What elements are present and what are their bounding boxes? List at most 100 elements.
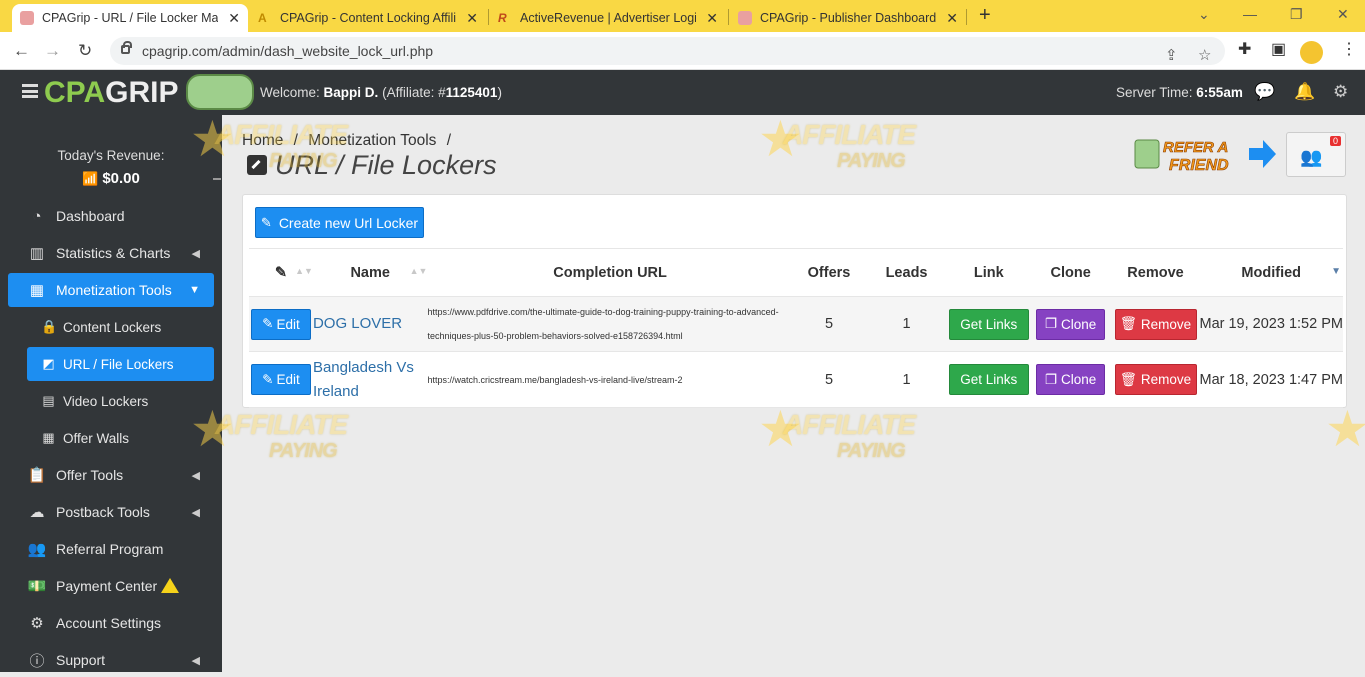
sidebar-item-monetization-tools[interactable]: ▦ Monetization Tools ▼	[8, 273, 214, 307]
users-icon: 👥	[1300, 147, 1323, 167]
remove-button[interactable]: 🗑 Remove	[1114, 364, 1197, 395]
forward-arrow-icon[interactable]: →	[44, 41, 61, 61]
column-header-modified[interactable]: Modified ▼	[1199, 248, 1343, 297]
welcome-text: Welcome: Bappi D. (Affiliate: #1125401)	[260, 85, 502, 100]
column-header-completion-url: Completion URL	[427, 248, 793, 297]
browser-tab[interactable]: R ActiveRevenue | Advertiser Login ✕	[490, 4, 726, 32]
close-window-icon[interactable]: ✕	[1337, 6, 1349, 23]
sidebar-item-dashboard[interactable]: ◔ Dashboard	[8, 199, 214, 233]
edit-button[interactable]: ✎ Edit	[250, 308, 311, 340]
cpagrip-logo[interactable]: CPAGRIP	[44, 76, 178, 110]
sidebar-item-content-lockers[interactable]: 🔒 Content Lockers	[27, 310, 214, 344]
chat-bubbles-icon[interactable]: 💬	[1254, 82, 1275, 102]
external-link-square-icon	[247, 155, 267, 175]
remove-button[interactable]: 🗑 Remove	[1114, 308, 1197, 340]
hamburger-menu-icon[interactable]	[22, 84, 38, 98]
sidebar-item-postback-tools[interactable]: ☁ Postback Tools ◀	[8, 495, 214, 529]
sidebar-item-video-lockers[interactable]: ▤ Video Lockers	[27, 384, 214, 418]
share-icon[interactable]: ⇪	[1165, 42, 1178, 70]
back-arrow-icon[interactable]: ←	[13, 41, 30, 61]
url-text: cpagrip.com/admin/dash_website_lock_url.…	[142, 43, 434, 59]
column-header-edit[interactable]: ✎ ▲▼	[249, 248, 313, 297]
column-header-remove: Remove	[1111, 248, 1200, 297]
signal-icon: 📶	[82, 171, 99, 186]
sidebar-item-offer-tools[interactable]: 📋 Offer Tools ◀	[8, 458, 214, 492]
profile-avatar[interactable]	[1300, 41, 1323, 64]
browser-menu-icon[interactable]: ⋮	[1341, 39, 1357, 59]
browser-tab[interactable]: CPAGrip - Publisher Dashboard ✕	[730, 4, 966, 32]
grid-icon: ▦	[29, 282, 45, 299]
sort-icon: ▲▼	[409, 266, 428, 276]
create-url-locker-button[interactable]: ✎ Create new Url Locker	[255, 207, 424, 238]
watermark: AFFILIATE PAYING	[783, 119, 916, 173]
refer-a-friend-banner[interactable]: REFER A FRIEND	[1133, 130, 1277, 178]
sidebar-item-account-settings[interactable]: ⚙ Account Settings	[8, 606, 214, 640]
watermark: AFFILIATE PAYING	[215, 409, 348, 463]
clone-button[interactable]: ❐ Clone	[1036, 364, 1106, 395]
locker-name[interactable]: DOG LOVER	[312, 296, 428, 352]
server-time: Server Time: 6:55am	[1116, 85, 1243, 100]
browser-tab[interactable]: A CPAGrip - Content Locking Affilia ✕	[250, 4, 486, 32]
browser-tab-active[interactable]: CPAGrip - URL / File Locker Mana ✕	[12, 4, 248, 32]
gear-icon[interactable]: ⚙	[1333, 82, 1348, 102]
scrollbar-thumb[interactable]	[213, 178, 221, 180]
clone-button[interactable]: ❐ Clone	[1036, 308, 1106, 340]
breadcrumb-monetization-tools[interactable]: Monetization Tools	[308, 132, 436, 149]
tab-title: ActiveRevenue | Advertiser Login	[520, 11, 696, 25]
bar-chart-icon: ▥	[29, 245, 45, 262]
close-tab-icon[interactable]: ✕	[706, 10, 718, 27]
revenue-label: Today's Revenue:	[57, 148, 165, 163]
bell-icon[interactable]: 🔔	[1294, 82, 1315, 102]
tab-search-chevron-icon[interactable]: ⌄	[1198, 6, 1210, 23]
get-links-button[interactable]: Get Links	[948, 364, 1029, 395]
side-panel-icon[interactable]: ▣	[1271, 39, 1286, 59]
cloud-icon: ☁	[29, 504, 45, 521]
minimize-icon[interactable]: —	[1243, 6, 1257, 22]
new-tab-plus-icon[interactable]: +	[979, 4, 991, 27]
sidebar-item-url-file-lockers[interactable]: ◩ URL / File Lockers	[27, 347, 214, 381]
tab-title: CPAGrip - Publisher Dashboard	[760, 11, 936, 25]
locker-name[interactable]: Bangladesh Vs Ireland	[312, 351, 428, 408]
copy-icon: ❐	[1044, 371, 1058, 387]
chevron-left-icon: ◀	[191, 469, 200, 482]
tab-separator	[728, 9, 729, 25]
tab-title: CPAGrip - Content Locking Affilia	[280, 11, 456, 25]
maximize-icon[interactable]: ❐	[1290, 6, 1303, 23]
film-icon: ▤	[42, 393, 55, 408]
watermark-star-icon: ★	[758, 111, 803, 167]
completion-url: https://watch.cricstream.me/bangladesh-v…	[427, 351, 793, 408]
sidebar-item-statistics[interactable]: ▥ Statistics & Charts ◀	[8, 236, 214, 270]
affiliate-id: 1125401	[445, 85, 498, 100]
address-bar[interactable]: cpagrip.com/admin/dash_website_lock_url.…	[110, 37, 1225, 65]
lockers-card: ✎ Create new Url Locker ✎ ▲▼ Name ▲▼ Comple…	[242, 194, 1347, 408]
close-tab-icon[interactable]: ✕	[946, 10, 958, 27]
clipboard-icon: 📋	[27, 467, 47, 484]
trash-icon: 🗑	[1119, 371, 1137, 387]
sidebar: Today's Revenue: 📶 $0.00 ◔ Dashboard ▥ Stat…	[0, 115, 222, 672]
column-header-name[interactable]: Name ▲▼	[312, 248, 428, 297]
sidebar-item-offer-walls[interactable]: ▦ Offer Walls	[27, 421, 214, 455]
edit-button[interactable]: ✎ Edit	[250, 364, 311, 395]
tab-separator	[488, 9, 489, 25]
chevron-down-icon: ▼	[189, 284, 200, 296]
column-header-clone: Clone	[1029, 248, 1112, 297]
leads-count: 1	[865, 296, 948, 352]
edit-square-icon: ✎	[260, 214, 272, 230]
offers-count: 5	[792, 296, 866, 352]
edit-square-icon: ✎	[262, 316, 274, 331]
sidebar-item-referral-program[interactable]: 👥 Referral Program	[8, 532, 214, 566]
close-tab-icon[interactable]: ✕	[228, 10, 240, 27]
sort-desc-icon: ▼	[1331, 266, 1341, 277]
bookmark-star-icon[interactable]: ☆	[1198, 42, 1211, 70]
cpagrip-favicon-icon	[20, 11, 34, 25]
sidebar-item-payment-center[interactable]: 💵 Payment Center	[8, 569, 214, 603]
extensions-puzzle-icon[interactable]: ✚	[1238, 39, 1251, 59]
refer-text: REFER A	[1163, 139, 1228, 156]
info-icon: ⓘ	[29, 652, 45, 670]
breadcrumb-home[interactable]: Home	[242, 132, 283, 149]
referrals-button[interactable]: 0 👥	[1286, 132, 1346, 177]
get-links-button[interactable]: Get Links	[948, 308, 1029, 340]
close-tab-icon[interactable]: ✕	[466, 10, 478, 27]
reload-icon[interactable]: ↻	[78, 41, 92, 61]
chevron-left-icon: ◀	[191, 654, 200, 667]
